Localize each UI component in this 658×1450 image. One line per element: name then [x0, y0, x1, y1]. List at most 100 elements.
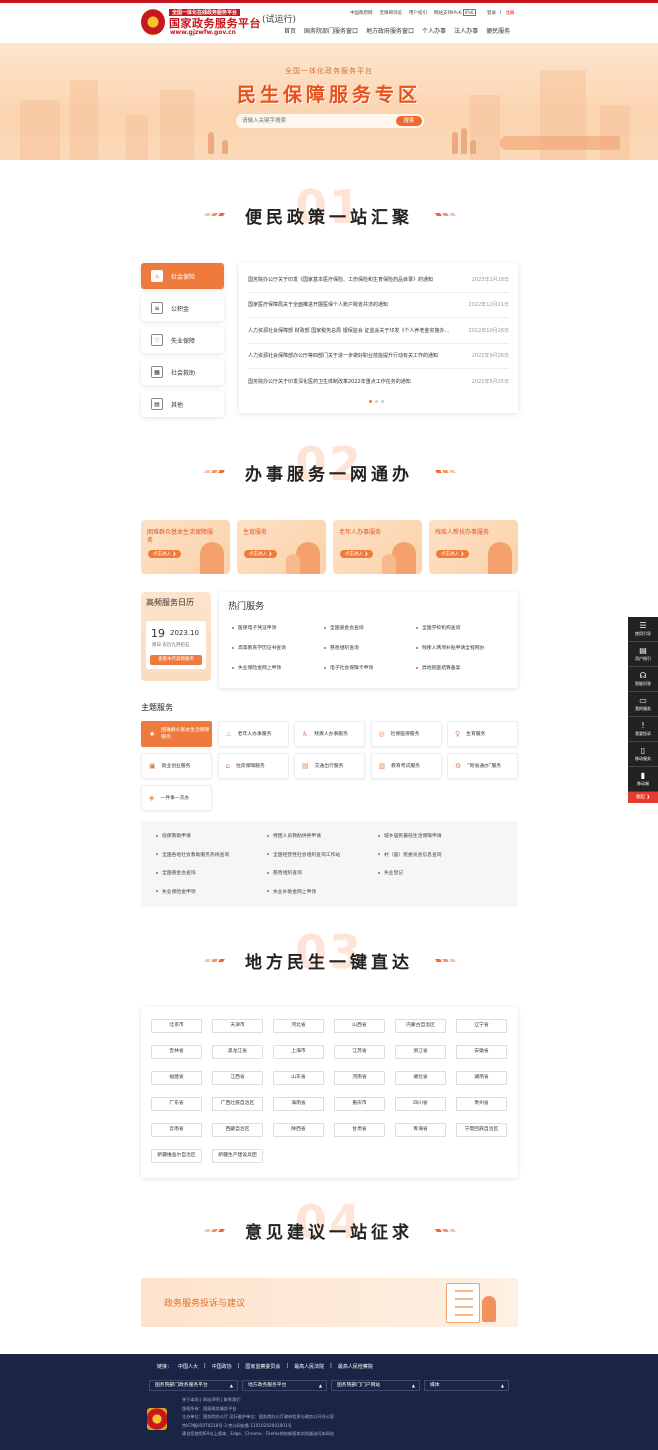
complaint-title[interactable]: 政务服务投诉与建议	[164, 1296, 245, 1309]
province-button[interactable]: 河北省	[273, 1019, 324, 1033]
province-button[interactable]: 河南省	[334, 1071, 385, 1085]
province-button[interactable]: 陕西省	[273, 1123, 324, 1137]
register-link[interactable]: 注册	[506, 10, 515, 16]
province-button[interactable]: 山西省	[334, 1019, 385, 1033]
sidebar-complaint[interactable]: ! 我要投诉	[628, 717, 658, 742]
province-button[interactable]: 广西壮族自治区	[212, 1097, 263, 1111]
national-emblem-icon[interactable]	[141, 9, 165, 35]
nav-dept-window[interactable]: 国务院部门服务窗口	[304, 26, 358, 35]
footer-link[interactable]: 中国政协	[212, 1363, 232, 1370]
province-button[interactable]: 辽宁省	[456, 1019, 507, 1033]
top-link-gov[interactable]: 中国政府网	[350, 10, 373, 16]
hot-service-link[interactable]: 失业保险金网上申领	[232, 664, 324, 671]
search-button[interactable]: 搜索	[396, 116, 422, 126]
nav-convenience[interactable]: 便民服务	[486, 26, 510, 35]
sidebar-collapse-button[interactable]: 收起 ❯	[628, 792, 658, 803]
category-social-insurance[interactable]: ⌂ 社会保险	[141, 263, 224, 289]
province-button[interactable]: 江苏省	[334, 1045, 385, 1059]
footer-link[interactable]: 最高人民法院	[294, 1363, 324, 1370]
theme-link[interactable]: 全国基金会查询	[156, 869, 267, 876]
footer-link[interactable]: 国家监察委员会	[245, 1363, 280, 1370]
footer-select-media[interactable]: 媒体	[424, 1380, 509, 1391]
theme-link[interactable]: 全国经营性社会组织查询工作站	[267, 851, 378, 858]
theme-one-thing[interactable]: ◈ 一件事一次办	[141, 785, 212, 811]
service-card-hardship[interactable]: 困难群众基本生活保障服务 点击进入 ❯	[141, 520, 230, 574]
category-other[interactable]: ▤ 其他	[141, 391, 224, 417]
province-button[interactable]: 甘肃省	[334, 1123, 385, 1137]
news-item[interactable]: 人力资源社会保障部办公厅等四部门关于进一步做好职业技能提升行动有关工作的通知 20…	[248, 344, 509, 369]
province-button[interactable]: 福建省	[151, 1071, 202, 1085]
category-unemployment[interactable]: ♡ 失业保障	[141, 327, 224, 353]
footer-select-dept-platform[interactable]: 国务院部门政务服务平台	[149, 1380, 238, 1391]
hot-service-link[interactable]: 慈善组织查询	[324, 644, 416, 651]
enter-button[interactable]: 点击进入 ❯	[244, 550, 278, 558]
theme-social-medical[interactable]: ◎ 社保医保服务	[370, 721, 442, 747]
nav-corporate[interactable]: 法人办事	[454, 26, 478, 35]
sidebar-user-guide[interactable]: ▤ 用户指引	[628, 642, 658, 667]
province-button[interactable]: 湖南省	[456, 1071, 507, 1085]
sidebar-mobile-app[interactable]: ▮ 移动端	[628, 767, 658, 792]
footer-link[interactable]: 最高人民检察院	[338, 1363, 373, 1370]
theme-link[interactable]: 城乡居民最低生活保障申请	[378, 832, 489, 839]
province-button[interactable]: 上海市	[273, 1045, 324, 1059]
hot-service-link[interactable]: 电子社会保障卡申领	[324, 664, 416, 671]
nav-personal[interactable]: 个人办事	[422, 26, 446, 35]
province-button[interactable]: 海南省	[273, 1097, 324, 1111]
page-dot[interactable]	[369, 400, 372, 403]
sidebar-smart-qa[interactable]: ☊ 智能问答	[628, 667, 658, 692]
theme-education[interactable]: ▥ 教育考试服务	[370, 753, 442, 779]
calendar-month-button[interactable]: 查看本月高频服务	[150, 655, 202, 665]
ipv6-support-label[interactable]: 网站支持IPv6	[434, 11, 462, 16]
province-button[interactable]: 安徽省	[456, 1045, 507, 1059]
theme-birth[interactable]: ♀ 生育服务	[447, 721, 518, 747]
news-title[interactable]: 国务院办公厅关于印发深化医药卫生体制改革2022年重点工作任务的通知	[248, 378, 453, 385]
province-button[interactable]: 西藏自治区	[212, 1123, 263, 1137]
theme-link[interactable]: 全国各地社会救助服务热线查询	[156, 851, 267, 858]
theme-link[interactable]: 低保救助申请	[156, 832, 267, 839]
news-title[interactable]: 人力资源社会保障部办公厅等四部门关于进一步做好职业技能提升行动有关工作的通知	[248, 352, 453, 359]
province-button[interactable]: 青海省	[395, 1123, 446, 1137]
province-button[interactable]: 广东省	[151, 1097, 202, 1111]
theme-link[interactable]: 失业保险金申领	[156, 888, 267, 895]
theme-cross-province[interactable]: ⚙ “跨省通办”服务	[447, 753, 518, 779]
sidebar-mobile-service[interactable]: ▯ 移动服务	[628, 742, 658, 767]
theme-elderly[interactable]: ♨ 老年人办事服务	[217, 721, 289, 747]
footer-select-dept-portal[interactable]: 国务院部门门户网站	[331, 1380, 420, 1391]
news-title[interactable]: 国家医疗保障局关于全面推进开展医保个人账户跨省共济的通知	[248, 301, 453, 308]
province-button[interactable]: 山东省	[273, 1071, 324, 1085]
news-title[interactable]: 国务院办公厅关于印发《国家基本医疗保险、工伤保险和生育保险药品目录》的通知	[248, 276, 453, 283]
province-button[interactable]: 天津市	[212, 1019, 263, 1033]
footer-link[interactable]: 中国人大	[178, 1363, 198, 1370]
news-item[interactable]: 国家医疗保障局关于全面推进开展医保个人账户跨省共济的通知 2022年12月21日	[248, 293, 509, 318]
sidebar-guide[interactable]: ☰ 使用引导	[628, 617, 658, 642]
search-input[interactable]	[242, 116, 382, 126]
province-button[interactable]: 重庆市	[334, 1097, 385, 1111]
enter-button[interactable]: 点击进入 ❯	[148, 550, 182, 558]
theme-link[interactable]: 失业登记	[378, 869, 489, 876]
footer-about-links[interactable]: 关于本网 | 网站声明 | 联系我们	[182, 1396, 334, 1405]
theme-employment[interactable]: ▣ 就业创业服务	[141, 753, 212, 779]
enter-button[interactable]: 点击进入 ❯	[436, 550, 470, 558]
province-button[interactable]: 内蒙古自治区	[395, 1019, 446, 1033]
service-card-birth[interactable]: 生育服务 点击进入 ❯	[237, 520, 326, 574]
theme-housing[interactable]: ⌂ 住房保障服务	[217, 753, 289, 779]
top-link-accessible[interactable]: 无障碍浏览	[380, 10, 403, 16]
news-item[interactable]: 国务院办公厅关于印发深化医药卫生体制改革2022年重点工作任务的通知 2022年5…	[248, 369, 509, 395]
hot-service-link[interactable]: 高等教育学历证书查询	[232, 644, 324, 651]
province-button[interactable]: 江西省	[212, 1071, 263, 1085]
province-button[interactable]: 新疆维吾尔自治区	[151, 1149, 202, 1163]
theme-hardship[interactable]: ★ 困难群众基本生活保障服务	[141, 721, 212, 747]
province-button[interactable]: 四川省	[395, 1097, 446, 1111]
theme-disabled[interactable]: ♿ 残疾人办事服务	[294, 721, 365, 747]
province-button[interactable]: 湖北省	[395, 1071, 446, 1085]
province-button[interactable]: 宁夏回族自治区	[456, 1123, 507, 1137]
service-card-elderly[interactable]: 老年人办事服务 点击进入 ❯	[333, 520, 422, 574]
hot-service-link[interactable]: 残疾人两项补贴申请全程网办	[416, 644, 508, 651]
enter-button[interactable]: 点击进入 ❯	[340, 550, 374, 558]
page-dot[interactable]	[381, 400, 384, 403]
theme-link[interactable]: 慈善组织查询	[267, 869, 378, 876]
province-button[interactable]: 贵州省	[456, 1097, 507, 1111]
province-button[interactable]: 云南省	[151, 1123, 202, 1137]
theme-link[interactable]: 特困人员救助供养申请	[267, 832, 378, 839]
province-button[interactable]: 浙江省	[395, 1045, 446, 1059]
